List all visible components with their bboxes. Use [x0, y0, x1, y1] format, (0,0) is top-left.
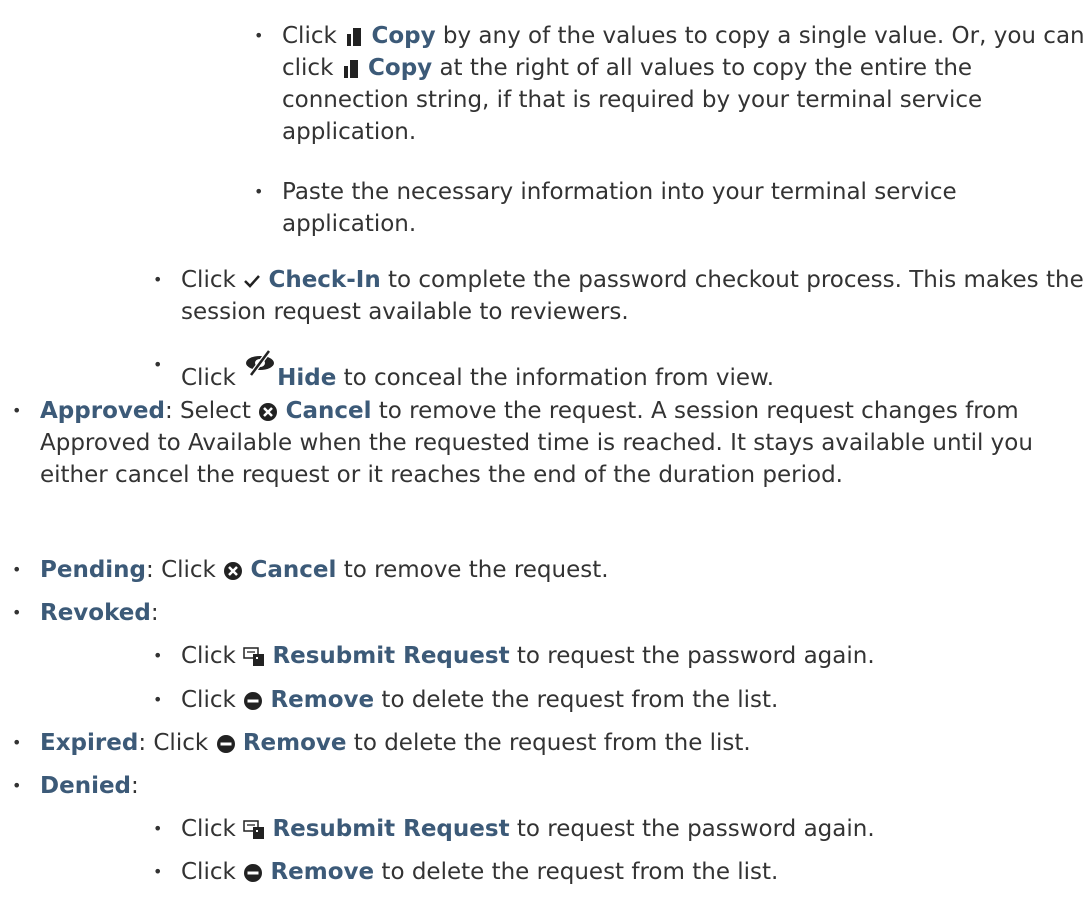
item-text: Expired: Click Remove to delete the requ… [40, 730, 751, 756]
list-item-check-in: • Click Check-In to complete the passwor… [153, 264, 1090, 328]
bullet: • [254, 182, 264, 201]
copy-icon [343, 59, 358, 78]
remove-circle-icon [244, 863, 263, 882]
bullet: • [12, 401, 22, 420]
status-term-pending: Pending [40, 557, 147, 583]
bullet: • [12, 603, 22, 622]
item-text: Revoked: [40, 600, 159, 626]
resubmit-term: Resubmit Request [272, 643, 510, 669]
copy-icon [347, 27, 362, 46]
copy-term: Copy [368, 55, 433, 81]
list-item-denied-remove: • Click Remove to delete the request fro… [153, 856, 1090, 888]
list-item-denied: • Denied: [12, 770, 1090, 802]
status-term-revoked: Revoked [40, 600, 151, 626]
bullet: • [12, 733, 22, 752]
resubmit-term: Resubmit Request [272, 816, 510, 842]
status-term-expired: Expired [40, 730, 139, 756]
remove-circle-icon [216, 734, 235, 753]
item-text: Pending: Click Cancel to remove the requ… [40, 557, 609, 583]
item-text: Click Copy by any of the values to copy … [282, 23, 1085, 145]
list-item-hide: • Click Hide to conceal the information … [153, 349, 1090, 394]
item-text: Click Hide to conceal the information fr… [153, 349, 1090, 394]
item-text: Denied: [40, 773, 139, 799]
list-item-pending: • Pending: Click Cancel to remove the re… [12, 554, 1090, 586]
help-document: • Click Copy by any of the values to cop… [0, 0, 1090, 903]
item-text: Click Resubmit Request to request the pa… [181, 816, 875, 842]
check-in-term: Check-In [268, 267, 381, 293]
bullet: • [254, 26, 264, 45]
eye-slash-icon [246, 349, 275, 377]
list-item-paste: • Paste the necessary information into y… [254, 176, 1090, 240]
bullet: • [12, 560, 22, 579]
copy-term: Copy [371, 23, 436, 49]
bullet: • [153, 270, 163, 289]
remove-term: Remove [270, 859, 375, 885]
remove-circle-icon [244, 691, 263, 710]
item-text: Click Remove to delete the request from … [181, 859, 779, 885]
remove-term: Remove [270, 687, 375, 713]
list-item-copy: • Click Copy by any of the values to cop… [254, 20, 1090, 148]
list-item-revoked-remove: • Click Remove to delete the request fro… [153, 684, 1090, 716]
checkmark-icon [244, 274, 261, 288]
item-text: Paste the necessary information into you… [282, 179, 957, 237]
list-item-expired: • Expired: Click Remove to delete the re… [12, 727, 1090, 759]
bullet: • [153, 819, 163, 838]
cancel-term: Cancel [285, 398, 372, 424]
cancel-circle-icon [224, 561, 243, 580]
resubmit-icon [243, 819, 265, 839]
list-item-revoked: • Revoked: [12, 597, 1090, 629]
item-text: Click Check-In to complete the password … [181, 267, 1084, 325]
cancel-term: Cancel [250, 557, 337, 583]
status-term-denied: Denied [40, 773, 132, 799]
cancel-circle-icon [259, 402, 278, 421]
bullet: • [153, 690, 163, 709]
bullet: • [153, 862, 163, 881]
status-term-approved: Approved [40, 398, 165, 424]
item-text: Approved: Select Cancel to remove the re… [40, 398, 1033, 488]
bullet: • [153, 646, 163, 665]
list-item-approved: • Approved: Select Cancel to remove the … [12, 395, 1090, 491]
item-text: Click Remove to delete the request from … [181, 687, 779, 713]
list-item-denied-resubmit: • Click Resubmit Request to request the … [153, 813, 1090, 845]
remove-term: Remove [242, 730, 347, 756]
item-text: Click Resubmit Request to request the pa… [181, 643, 875, 669]
bullet: • [153, 355, 163, 374]
resubmit-icon [243, 646, 265, 666]
hide-term: Hide [277, 365, 337, 391]
list-item-revoked-resubmit: • Click Resubmit Request to request the … [153, 640, 1090, 672]
bullet: • [12, 776, 22, 795]
